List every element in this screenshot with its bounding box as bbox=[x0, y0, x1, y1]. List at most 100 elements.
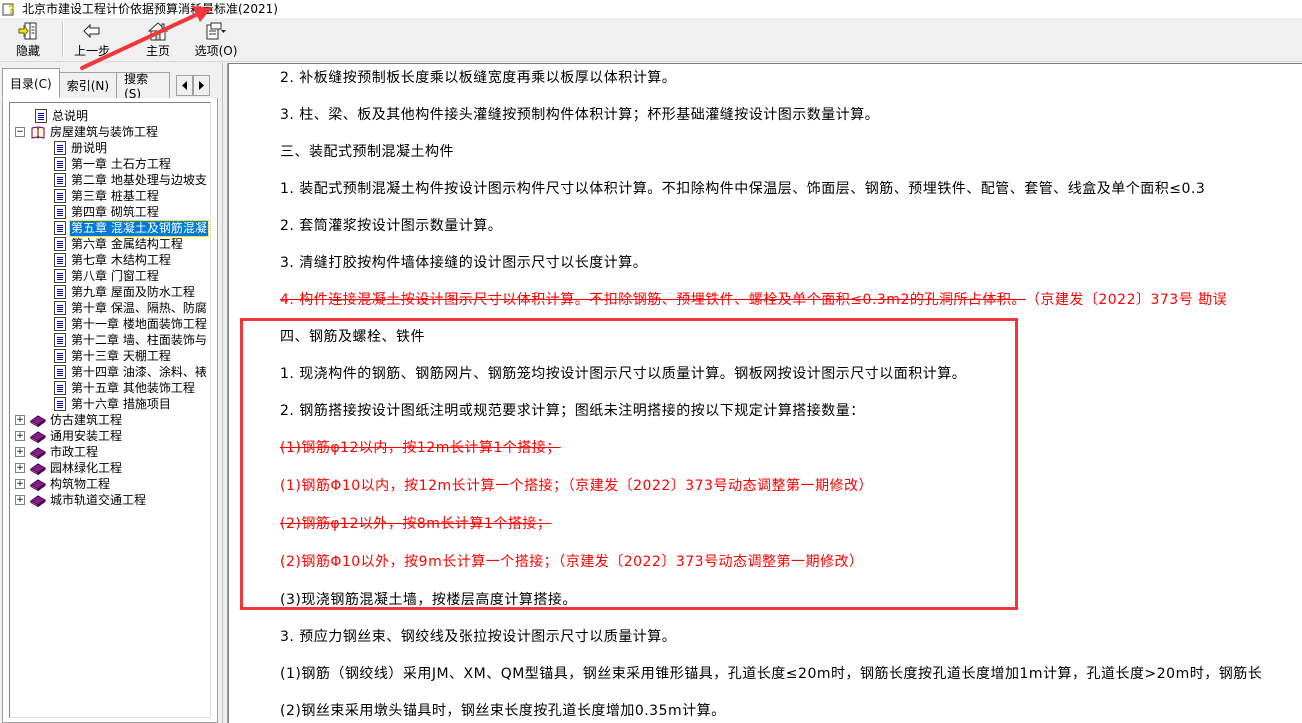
paragraph-text: 3. 柱、梁、板及其他构件接头灌缝按预制构件体积计算；杯形基础灌缝按设计图示数量… bbox=[280, 107, 880, 123]
tree-item[interactable]: + 市政工程 bbox=[10, 444, 210, 460]
tree-item-label: 园林绿化工程 bbox=[50, 460, 123, 475]
tree-item[interactable]: + 通用安装工程 bbox=[10, 428, 210, 444]
paragraph-text: 3. 预应力钢丝束、钢绞线及张拉按设计图示尺寸以质量计算。 bbox=[280, 629, 677, 645]
back-button[interactable]: 上一步 bbox=[70, 18, 114, 61]
tree-item[interactable]: 第九章 屋面及防水工程 bbox=[10, 284, 210, 300]
options-icon bbox=[204, 21, 228, 41]
triangle-left-icon bbox=[181, 81, 187, 90]
tree-item[interactable]: 第十二章 墙、柱面装饰与 bbox=[10, 332, 210, 348]
tab-search-label: 搜索(S) bbox=[124, 72, 149, 98]
page-icon bbox=[54, 205, 66, 219]
tab-index[interactable]: 索引(N) bbox=[58, 72, 118, 98]
tree-item-label: 第十章 保温、隔热、防腐 bbox=[71, 300, 207, 315]
page-icon bbox=[54, 253, 66, 267]
page-icon bbox=[54, 285, 66, 299]
open-book-icon bbox=[30, 125, 46, 139]
tree-item[interactable]: + 构筑物工程 bbox=[10, 476, 210, 492]
hide-button[interactable]: 隐藏 bbox=[0, 18, 56, 61]
home-label: 主页 bbox=[145, 44, 170, 58]
tree-item[interactable]: 第十一章 楼地面装饰工程 bbox=[10, 316, 210, 332]
tab-scroll-left-button[interactable] bbox=[176, 75, 193, 96]
paragraph-text: 2. 钢筋搭接按设计图纸注明或规范要求计算；图纸未注明搭接的按以下规定计算搭接数… bbox=[280, 403, 865, 419]
expand-icon[interactable]: + bbox=[15, 447, 25, 457]
deleted-paragraph: 4. 构件连接混凝土按设计图示尺寸以体积计算。不扣除钢筋、预埋铁件、螺栓及单个面… bbox=[280, 291, 1227, 309]
deleted-paragraph: (1)钢筋φ12以内，按12m长计算1个搭接； bbox=[280, 439, 561, 457]
paragraph-text: 三、装配式预制混凝土构件 bbox=[280, 144, 454, 160]
content-paragraph: 2. 钢筋搭接按设计图纸注明或规范要求计算；图纸未注明搭接的按以下规定计算搭接数… bbox=[280, 402, 865, 420]
tab-contents[interactable]: 目录(C) bbox=[2, 68, 60, 98]
tree-item[interactable]: 册说明 bbox=[10, 140, 210, 156]
content-paragraph: 1. 现浇构件的钢筋、钢筋网片、钢筋笼均按设计图示尺寸以质量计算。钢板网按设计图… bbox=[280, 365, 966, 383]
paragraph-text: (2)钢丝束采用墩头锚具时，钢丝束长度按孔道长度增加0.35m计算。 bbox=[280, 703, 726, 719]
tree-item[interactable]: + 仿古建筑工程 bbox=[10, 412, 210, 428]
content-paragraph: (1)钢筋（钢绞线）采用JM、XM、QM型锚具，钢丝束采用锥形锚具，孔道长度≤2… bbox=[280, 665, 1262, 683]
expand-icon[interactable]: + bbox=[15, 463, 25, 473]
tree-item[interactable]: 第六章 金属结构工程 bbox=[10, 236, 210, 252]
home-button[interactable]: 主页 bbox=[128, 18, 188, 61]
page-icon bbox=[54, 173, 66, 187]
tree-item-label: 第七章 木结构工程 bbox=[71, 252, 171, 267]
content-paragraph: 1. 装配式预制混凝土构件按设计图示构件尺寸以体积计算。不扣除构件中保温层、饰面… bbox=[280, 180, 1205, 198]
page-icon bbox=[54, 237, 66, 251]
paragraph-text: 3. 清缝打胶按构件墙体接缝的设计图示尺寸以长度计算。 bbox=[280, 255, 648, 271]
book-icon bbox=[30, 478, 46, 491]
book-icon bbox=[30, 462, 46, 475]
tree-item-label: 构筑物工程 bbox=[50, 476, 111, 491]
tree-item[interactable]: + 园林绿化工程 bbox=[10, 460, 210, 476]
triangle-right-icon bbox=[198, 81, 204, 90]
tree-item[interactable]: 第十章 保温、隔热、防腐 bbox=[10, 300, 210, 316]
expand-icon[interactable]: + bbox=[15, 479, 25, 489]
hide-pane-icon bbox=[16, 21, 40, 41]
page-icon bbox=[54, 397, 66, 411]
tree-item[interactable]: 第二章 地基处理与边坡支 bbox=[10, 172, 210, 188]
page-icon bbox=[54, 141, 66, 155]
tab-search[interactable]: 搜索(S) bbox=[116, 72, 171, 98]
revised-paragraph: (1)钢筋Φ10以内，按12m长计算一个搭接；（京建发〔2022〕373号动态调… bbox=[280, 477, 873, 495]
tree-item[interactable]: 第四章 砌筑工程 bbox=[10, 204, 210, 220]
expand-icon[interactable]: + bbox=[15, 431, 25, 441]
content-paragraph: 四、钢筋及螺栓、铁件 bbox=[280, 328, 425, 346]
page-icon bbox=[54, 221, 66, 235]
tree-item[interactable]: 第三章 桩基工程 bbox=[10, 188, 210, 204]
tree-item[interactable]: 总说明 bbox=[10, 108, 210, 124]
tree-item[interactable]: 第八章 门窗工程 bbox=[10, 268, 210, 284]
book-icon bbox=[30, 414, 46, 427]
tree-item[interactable]: 第十五章 其他装饰工程 bbox=[10, 380, 210, 396]
page-icon bbox=[54, 365, 66, 379]
tree-item[interactable]: 第七章 木结构工程 bbox=[10, 252, 210, 268]
page-icon bbox=[54, 381, 66, 395]
tab-scroll-right-button[interactable] bbox=[193, 75, 210, 96]
options-label: 选项(O) bbox=[194, 44, 238, 58]
expand-icon[interactable]: + bbox=[15, 495, 25, 505]
tree-item-label: 第十三章 天棚工程 bbox=[71, 348, 171, 363]
contents-tab-panel: 总说明 − 房屋建筑与装饰工程 册说明 第一章 土石方工程 第二章 地基处理与边坡支 第三章… bbox=[2, 98, 218, 723]
tree-item-label: 第六章 金属结构工程 bbox=[71, 236, 183, 251]
tree-item-label: 房屋建筑与装饰工程 bbox=[50, 124, 159, 139]
tree-item-label: 仿古建筑工程 bbox=[50, 412, 123, 427]
tree-item-label: 第十六章 措施项目 bbox=[71, 396, 171, 411]
book-icon bbox=[30, 494, 46, 507]
options-button[interactable]: 选项(O) bbox=[188, 18, 244, 61]
page-icon bbox=[54, 269, 66, 283]
toolbar: 隐藏 上一步 主页 选项(O) bbox=[0, 18, 1302, 62]
tab-index-label: 索引(N) bbox=[66, 79, 110, 93]
tree-item[interactable]: + 城市轨道交通工程 bbox=[10, 492, 210, 508]
tree-item[interactable]: 第十四章 油漆、涂料、裱 bbox=[10, 364, 210, 380]
page-icon bbox=[35, 109, 47, 123]
tree-item[interactable]: − 房屋建筑与装饰工程 bbox=[10, 124, 210, 140]
deleted-paragraph: (2)钢筋φ12以外，按8m长计算1个搭接； bbox=[280, 515, 551, 533]
collapse-icon[interactable]: − bbox=[15, 127, 25, 137]
tree-item[interactable]: 第十六章 措施项目 bbox=[10, 396, 210, 412]
tree-item[interactable]: 第十三章 天棚工程 bbox=[10, 348, 210, 364]
tree-item-label: 总说明 bbox=[52, 108, 89, 123]
contents-tree[interactable]: 总说明 − 房屋建筑与装饰工程 册说明 第一章 土石方工程 第二章 地基处理与边坡支 第三章… bbox=[9, 102, 211, 718]
tree-item-label: 第十一章 楼地面装饰工程 bbox=[71, 316, 207, 331]
expand-icon[interactable]: + bbox=[15, 415, 25, 425]
tree-item-label: 第一章 土石方工程 bbox=[71, 156, 171, 171]
tree-item-label: 城市轨道交通工程 bbox=[50, 492, 147, 507]
tree-item[interactable]: 第一章 土石方工程 bbox=[10, 156, 210, 172]
book-icon bbox=[30, 446, 46, 459]
svg-text:?: ? bbox=[8, 3, 15, 16]
tree-item[interactable]: 第五章 混凝土及钢筋混凝 bbox=[10, 219, 210, 237]
tree-item-label: 第八章 门窗工程 bbox=[71, 268, 159, 283]
